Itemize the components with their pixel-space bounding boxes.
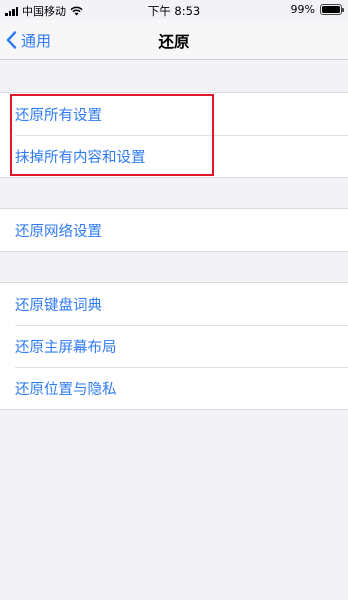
battery-icon [320,4,344,15]
reset-keyboard-dictionary-row[interactable]: 还原键盘词典 [0,283,348,325]
reset-group-2: 还原网络设置 [0,208,348,252]
status-bar: 中国移动 下午 8:53 99% [0,0,348,20]
status-right: 99% [290,3,344,16]
reset-home-screen-layout-row[interactable]: 还原主屏幕布局 [0,325,348,367]
navigation-bar: 通用 还原 [0,20,348,60]
reset-location-privacy-row[interactable]: 还原位置与隐私 [0,367,348,409]
page-title: 还原 [158,33,190,51]
battery-level [322,6,340,13]
highlight-annotation-box [10,94,214,176]
reset-group-3: 还原键盘词典 还原主屏幕布局 还原位置与隐私 [0,282,348,410]
reset-network-settings-row[interactable]: 还原网络设置 [0,209,348,251]
battery-percent: 99% [290,3,315,16]
